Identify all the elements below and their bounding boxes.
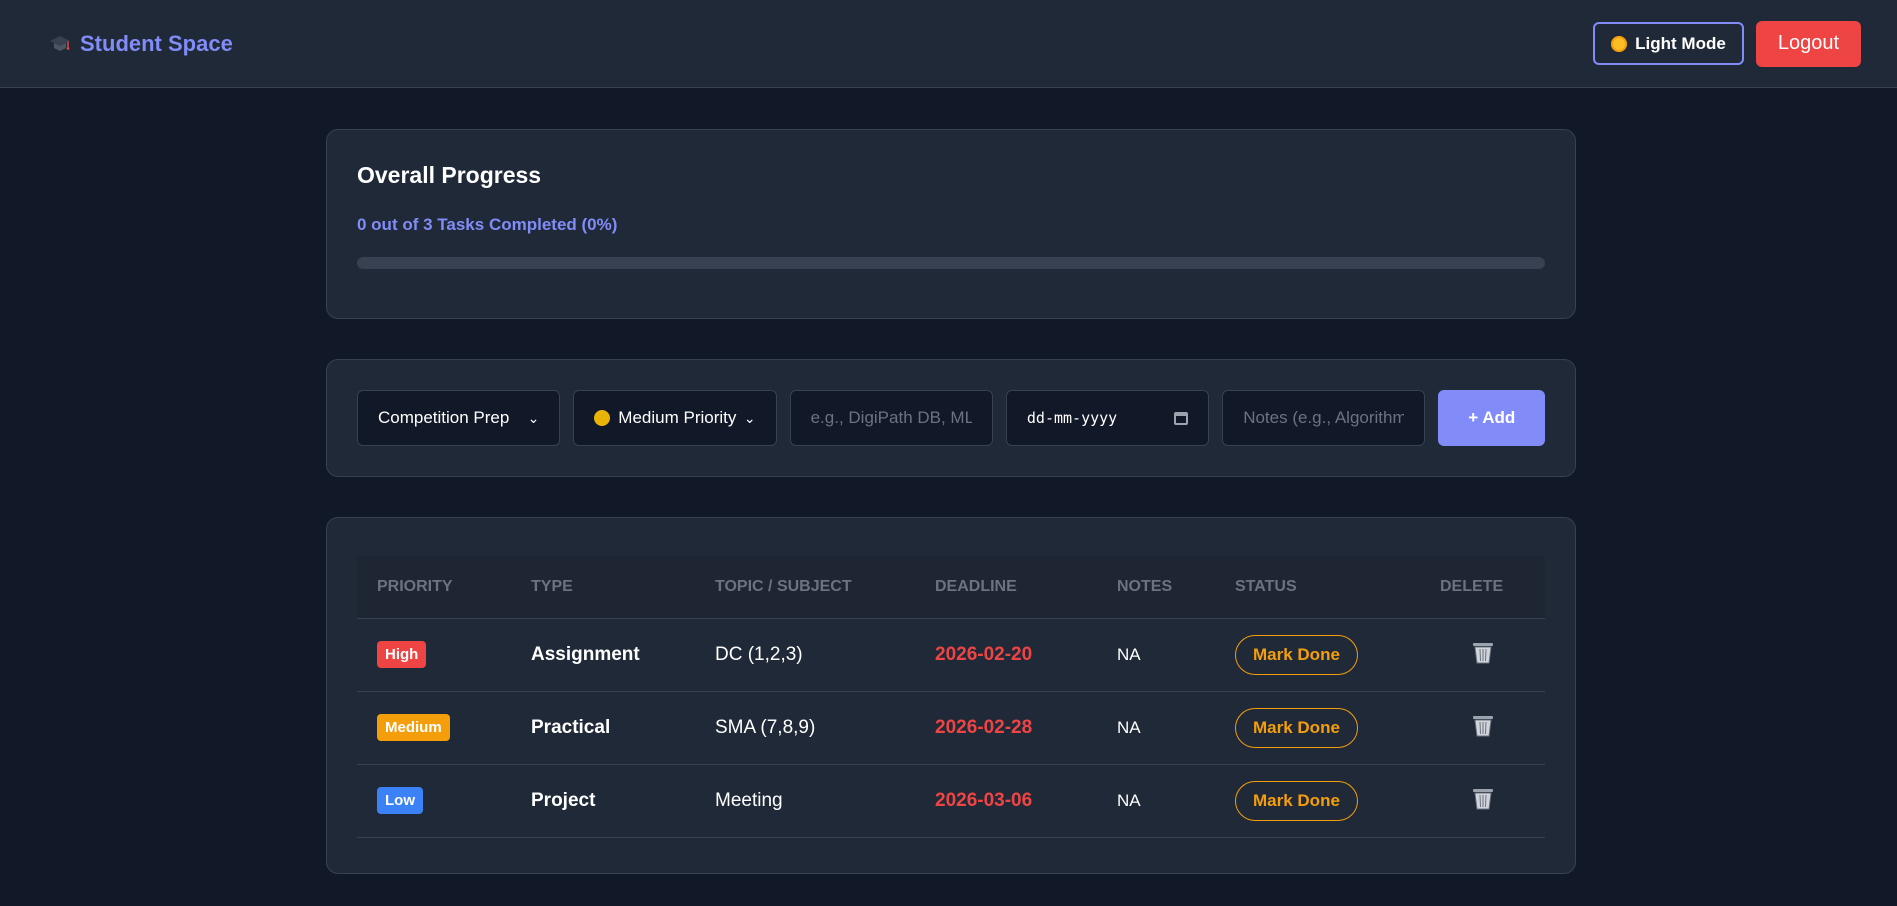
sun-icon [1611, 35, 1628, 52]
priority-cell: Medium [357, 691, 511, 765]
header-status: STATUS [1215, 556, 1420, 619]
light-mode-button[interactable]: Light Mode [1593, 22, 1744, 65]
light-mode-label: Light Mode [1635, 33, 1726, 53]
delete-cell [1420, 764, 1545, 838]
priority-badge-low: Low [377, 787, 423, 814]
trash-icon[interactable] [1470, 639, 1496, 665]
brand: Student Space [48, 31, 233, 57]
priority-badge-high: High [377, 641, 427, 668]
deadline-cell: 2026-02-28 [915, 691, 1097, 765]
table-header-row: PRIORITY TYPE TOPIC / SUBJECT DEADLINE N… [357, 556, 1545, 619]
progress-title: Overall Progress [357, 162, 542, 188]
app-title: Student Space [80, 30, 233, 56]
priority-badge-medium: Medium [377, 714, 450, 741]
topic-input[interactable] [810, 408, 972, 428]
type-cell: Assignment [511, 618, 695, 692]
mark-done-button[interactable]: Mark Done [1235, 780, 1358, 821]
calendar-icon[interactable] [1174, 411, 1189, 425]
topic-cell: SMA (7,8,9) [695, 691, 915, 765]
topic-cell: Meeting [695, 764, 915, 838]
mark-done-button[interactable]: Mark Done [1235, 634, 1358, 675]
header-delete: DELETE [1420, 556, 1545, 619]
delete-cell [1420, 691, 1545, 765]
notes-cell: NA [1097, 691, 1215, 765]
table-row: Medium Practical SMA (7,8,9) 2026-02-28 … [357, 691, 1545, 765]
status-cell: Mark Done [1215, 618, 1420, 692]
delete-cell [1420, 618, 1545, 692]
topic-field-wrapper [789, 390, 993, 446]
progress-card: Overall Progress 0 out of 3 Tasks Comple… [326, 129, 1576, 319]
priority-select[interactable]: Medium Priority ⌄ [573, 390, 777, 446]
header-deadline: DEADLINE [915, 556, 1097, 619]
priority-value: Medium Priority [618, 408, 737, 427]
deadline-cell: 2026-03-06 [915, 764, 1097, 838]
task-table-card: PRIORITY TYPE TOPIC / SUBJECT DEADLINE N… [326, 517, 1576, 874]
status-cell: Mark Done [1215, 764, 1420, 838]
table-row: Low Project Meeting 2026-03-06 NA Mark D… [357, 764, 1545, 838]
graduation-cap-icon [48, 32, 72, 56]
logout-button[interactable]: Logout [1755, 20, 1861, 67]
header-type: TYPE [511, 556, 695, 619]
table-row: High Assignment DC (1,2,3) 2026-02-20 NA… [357, 618, 1545, 692]
header-priority: PRIORITY [357, 556, 511, 619]
notes-input[interactable] [1243, 408, 1405, 428]
task-type-select[interactable]: Competition Prep ⌄ [357, 390, 561, 446]
priority-cell: High [357, 618, 511, 692]
progress-summary: 0 out of 3 Tasks Completed (0%) [357, 215, 618, 234]
task-table: PRIORITY TYPE TOPIC / SUBJECT DEADLINE N… [357, 556, 1545, 838]
notes-field-wrapper [1222, 390, 1426, 446]
yellow-circle-icon [594, 410, 611, 426]
trash-icon[interactable] [1470, 785, 1496, 811]
header-topic: TOPIC / SUBJECT [695, 556, 915, 619]
progress-bar [357, 257, 1545, 269]
chevron-down-icon: ⌄ [527, 409, 540, 426]
deadline-cell: 2026-02-20 [915, 618, 1097, 692]
status-cell: Mark Done [1215, 691, 1420, 765]
chevron-down-icon: ⌄ [743, 409, 756, 426]
type-cell: Project [511, 764, 695, 838]
trash-icon[interactable] [1470, 712, 1496, 738]
add-task-form: Competition Prep ⌄ Medium Priority ⌄ dd-… [326, 359, 1576, 477]
top-actions: Light Mode Logout [1593, 20, 1861, 67]
priority-cell: Low [357, 764, 511, 838]
task-type-value: Competition Prep [378, 408, 510, 427]
priority-select-content: Medium Priority [594, 408, 736, 428]
deadline-date-placeholder: dd-mm-yyyy [1026, 409, 1118, 427]
notes-cell: NA [1097, 618, 1215, 692]
deadline-date-input[interactable]: dd-mm-yyyy [1005, 390, 1210, 446]
top-navigation-bar: Student Space Light Mode Logout [0, 0, 1897, 88]
topic-cell: DC (1,2,3) [695, 618, 915, 692]
type-cell: Practical [511, 691, 695, 765]
header-notes: NOTES [1097, 556, 1215, 619]
notes-cell: NA [1097, 764, 1215, 838]
mark-done-button[interactable]: Mark Done [1235, 707, 1358, 748]
add-task-button[interactable]: + Add [1438, 390, 1546, 446]
